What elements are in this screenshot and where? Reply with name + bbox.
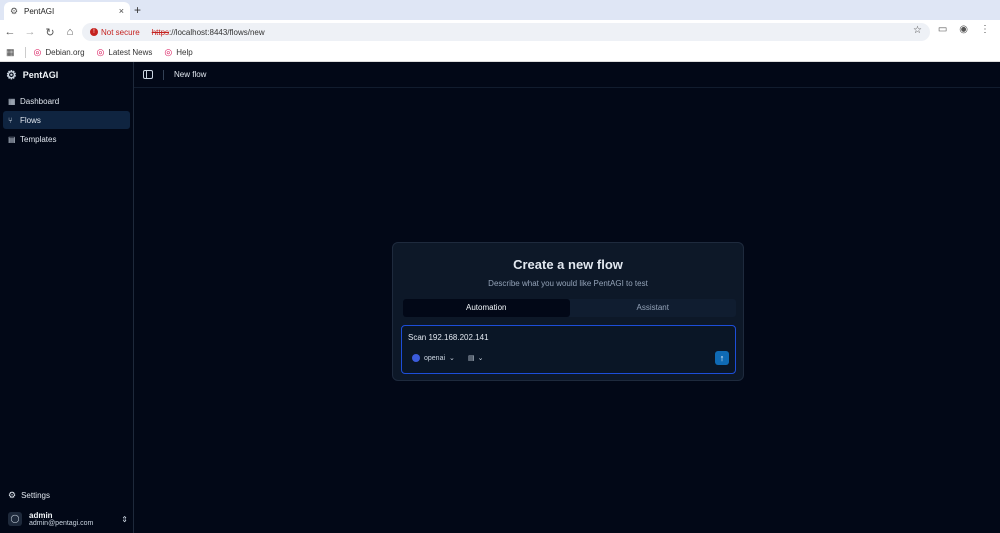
chevron-down-icon: ⌄ [449,355,455,362]
card-title: Create a new flow [513,257,623,272]
brand[interactable]: ⚙ PentAGI [6,68,58,82]
user-email: admin@pentagi.com [29,520,94,527]
bookmark-help[interactable]: ◎ Help [164,47,192,58]
reload-icon[interactable]: ↻ [40,26,60,39]
home-icon[interactable]: ⌂ [60,26,80,38]
pentagi-logo-icon: ⚙ [6,68,17,82]
menu-icon[interactable]: ⋮ [980,24,990,35]
template-select[interactable]: ▤ ⌄ [468,354,484,362]
brand-name: PentAGI [22,70,59,80]
sidebar-item-label: Templates [20,134,57,144]
bookmark-debian[interactable]: ◎ Debian.org [34,47,85,58]
bookmark-label: Latest News [108,48,153,57]
document-icon: ▤ [468,355,475,362]
app-root: ⚙ PentAGI ▦ Dashboard ⑂ Flows ▤ Template… [0,62,1000,533]
mode-tabs: Automation Assistant [403,299,736,317]
provider-select[interactable]: openai ⌄ [412,354,455,362]
new-tab-button[interactable]: + [134,3,141,17]
topbar: New flow [134,62,1000,88]
document-icon: ▤ [8,134,16,144]
sidebar-item-settings[interactable]: ⚙ Settings [8,490,50,501]
chevron-up-down-icon: ⇕ [121,514,128,524]
tab-search-icon[interactable]: ▭ [938,24,947,35]
flows-icon: ⑂ [8,115,13,125]
create-flow-card: Create a new flow Describe what you woul… [392,242,744,381]
address-bar[interactable]: ! Not secure https ://localhost:8443/flo… [82,23,930,41]
flow-input-text[interactable]: Scan 192.168.202.141 [408,333,489,342]
tab-title: PentAGI [24,6,55,16]
bookmarks-bar: ▦ ◎ Debian.org ◎ Latest News ◎ Help [0,44,1000,62]
bookmark-label: Help [176,48,193,57]
url-scheme: https [151,27,170,37]
back-icon[interactable]: ← [0,26,20,38]
dashboard-icon: ▦ [8,96,16,106]
debian-icon: ◎ [96,47,105,57]
divider [24,47,26,58]
close-tab-button[interactable]: × [119,6,124,16]
browser-tabstrip: ⚙ PentAGI × + [0,0,1000,20]
user-avatar-icon: ◯ [8,512,22,526]
card-subtitle: Describe what you would like PentAGI to … [488,279,648,288]
divider [163,69,164,80]
apps-grid-icon[interactable]: ▦ [6,47,15,58]
gear-icon: ⚙ [10,5,19,16]
tab-automation[interactable]: Automation [403,299,570,317]
browser-toolbar: ← → ↻ ⌂ ! Not secure https ://localhost:… [0,20,1000,44]
debian-icon: ◎ [164,47,173,57]
sidebar-nav: ▦ Dashboard ⑂ Flows ▤ Templates [3,92,130,149]
send-button[interactable]: ↑ [715,351,729,365]
user-menu[interactable]: ◯ admin admin@pentagi.com ⇕ [8,508,128,530]
bookmark-star-icon[interactable]: ☆ [913,25,922,36]
provider-icon [412,354,420,362]
chevron-down-icon: ⌄ [477,355,484,362]
forward-icon[interactable]: → [20,26,40,38]
sidebar-toggle-icon[interactable] [143,70,153,79]
breadcrumb: New flow [174,70,207,79]
user-name: admin [29,511,53,520]
sidebar-item-label: Dashboard [20,96,60,106]
bookmark-latest-news[interactable]: ◎ Latest News [97,47,153,58]
flow-input[interactable]: Scan 192.168.202.141 openai ⌄ ▤ ⌄ ↑ [401,325,736,374]
tab-assistant[interactable]: Assistant [570,299,737,317]
url-text: ://localhost:8443/flows/new [169,27,265,37]
sidebar: ⚙ PentAGI ▦ Dashboard ⑂ Flows ▤ Template… [0,62,134,533]
bookmark-label: Debian.org [45,48,85,57]
arrow-up-icon: ↑ [719,353,725,363]
profile-icon[interactable]: ◉ [959,24,968,35]
gear-icon: ⚙ [8,490,17,500]
settings-label: Settings [21,491,50,500]
sidebar-item-flows[interactable]: ⑂ Flows [3,111,130,129]
sidebar-item-dashboard[interactable]: ▦ Dashboard [3,92,130,110]
browser-tab[interactable]: ⚙ PentAGI × [4,2,130,20]
security-label: Not secure [101,27,140,37]
provider-label: openai [424,354,446,362]
security-indicator[interactable]: ! Not secure [86,28,144,37]
warning-icon: ! [90,28,98,36]
sidebar-item-templates[interactable]: ▤ Templates [3,130,130,148]
sidebar-item-label: Flows [20,115,41,125]
debian-icon: ◎ [33,47,42,57]
